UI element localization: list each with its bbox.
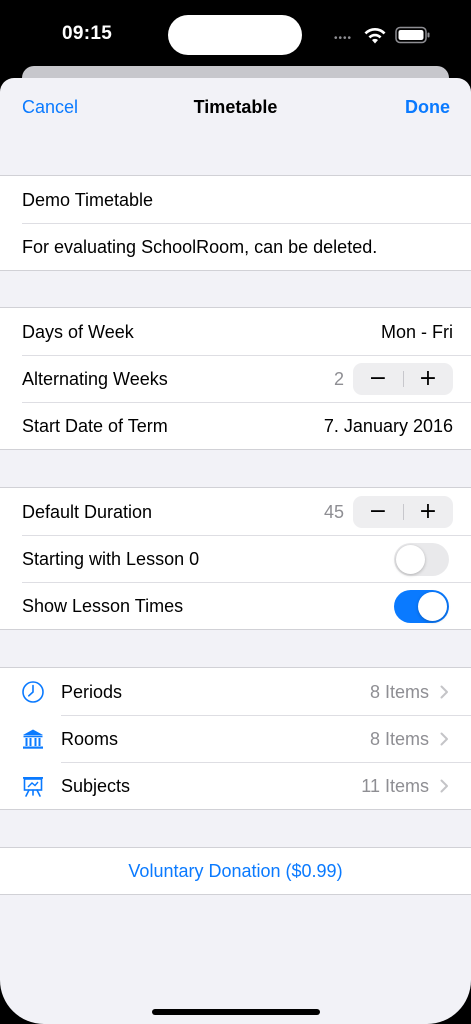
lesson-zero-label: Starting with Lesson 0 (22, 549, 200, 569)
days-of-week-value: Mon - Fri (381, 322, 453, 342)
start-date-label: Start Date of Term (22, 416, 168, 436)
rooms-row[interactable]: Rooms 8 Items (0, 715, 471, 762)
chevron-right-icon (440, 685, 448, 699)
status-time: 09:15 (62, 23, 113, 44)
alternating-weeks-label: Alternating Weeks (22, 369, 168, 389)
wifi-icon (364, 28, 386, 44)
lesson-times-toggle[interactable] (394, 590, 449, 623)
done-button[interactable]: Done (405, 97, 450, 118)
timetable-description-field[interactable]: For evaluating SchoolRoom, can be delete… (0, 223, 471, 270)
timetable-sheet: Cancel Timetable Done Demo Timetable For… (0, 78, 471, 1024)
days-of-week-label: Days of Week (22, 322, 134, 342)
subjects-count: 11 Items (361, 776, 429, 796)
schedule-group: Days of Week Mon - Fri Alternating Weeks… (0, 307, 471, 450)
battery-icon (395, 26, 430, 44)
cellular-signal-icon: •••• (334, 33, 353, 44)
alternating-weeks-stepper: − + (353, 363, 453, 395)
chevron-right-icon (440, 779, 448, 793)
alternating-weeks-row: Alternating Weeks 2 − + (0, 355, 471, 402)
timetable-info-group: Demo Timetable For evaluating SchoolRoom… (0, 175, 471, 271)
lesson-times-row: Show Lesson Times (0, 582, 471, 629)
donation-group: Voluntary Donation ($0.99) (0, 847, 471, 895)
days-of-week-row[interactable]: Days of Week Mon - Fri (0, 308, 471, 355)
subjects-row[interactable]: Subjects 11 Items (0, 762, 471, 809)
toggle-knob (396, 545, 425, 574)
rooms-count: 8 Items (369, 729, 429, 749)
lesson-zero-row: Starting with Lesson 0 (0, 535, 471, 582)
alternating-weeks-increment-button[interactable]: + (403, 363, 453, 395)
building-columns-icon (23, 729, 43, 749)
default-duration-decrement-button[interactable]: − (353, 496, 403, 528)
phone-screen: 09:15 •••• Cancel Timetable Done Demo Ti… (0, 0, 471, 1024)
periods-row[interactable]: Periods 8 Items (0, 668, 471, 715)
voluntary-donation-button[interactable]: Voluntary Donation ($0.99) (0, 848, 471, 894)
periods-label: Periods (61, 682, 123, 702)
lesson-settings-group: Default Duration 45 − + Starting with Le… (0, 487, 471, 630)
navigation-bar: Cancel Timetable Done (0, 78, 471, 136)
timetable-name-text: Demo Timetable (22, 190, 154, 210)
default-duration-value: 45 (323, 502, 344, 522)
clock-icon (22, 681, 44, 703)
default-duration-stepper: − + (353, 496, 453, 528)
lesson-zero-toggle[interactable] (394, 543, 449, 576)
start-date-row[interactable]: Start Date of Term 7. January 2016 (0, 402, 471, 449)
status-bar: 09:15 •••• (0, 0, 471, 70)
lists-group: Periods 8 Items Rooms 8 Items Subjects 1… (0, 667, 471, 810)
default-duration-row: Default Duration 45 − + (0, 488, 471, 535)
timetable-name-field[interactable]: Demo Timetable (0, 176, 471, 223)
start-date-value: 7. January 2016 (323, 416, 453, 436)
alternating-weeks-value: 2 (333, 369, 344, 389)
default-duration-label: Default Duration (22, 502, 153, 522)
rooms-label: Rooms (61, 729, 119, 749)
toggle-knob (418, 592, 447, 621)
periods-count: 8 Items (369, 682, 429, 702)
subjects-label: Subjects (61, 776, 131, 796)
lesson-times-label: Show Lesson Times (22, 596, 184, 616)
chevron-right-icon (440, 732, 448, 746)
alternating-weeks-decrement-button[interactable]: − (353, 363, 403, 395)
default-duration-increment-button[interactable]: + (403, 496, 453, 528)
home-indicator (152, 1009, 320, 1015)
timetable-description-text: For evaluating SchoolRoom, can be delete… (22, 237, 378, 257)
page-title: Timetable (193, 97, 278, 117)
donation-row: Voluntary Donation ($0.99) (0, 848, 471, 894)
easel-icon (23, 777, 43, 797)
dynamic-island (168, 15, 302, 55)
